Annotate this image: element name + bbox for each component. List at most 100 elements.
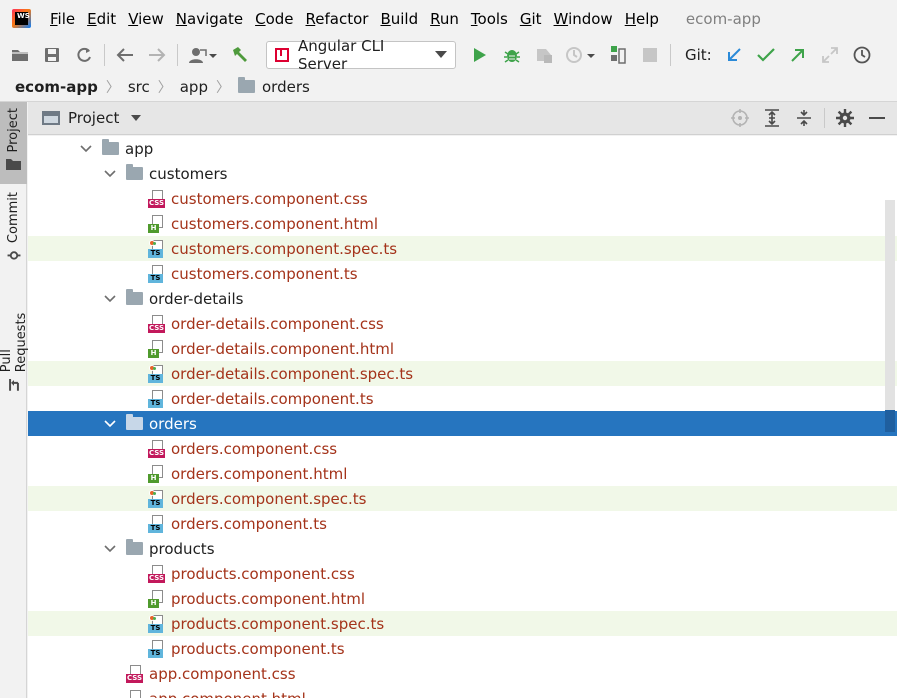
chevron-down-icon [435, 51, 447, 58]
breadcrumb-item-app[interactable]: app [180, 78, 208, 96]
breadcrumb-item-src[interactable]: src [128, 78, 150, 96]
tree-file[interactable]: TS customers.component.spec.ts [28, 236, 897, 261]
tree-folder-label: orders [149, 414, 197, 433]
git-push-icon[interactable] [786, 43, 810, 67]
expand-all-icon[interactable] [760, 106, 784, 130]
menu-git[interactable]: Git [514, 10, 548, 28]
ts-file-icon: TS [148, 389, 168, 409]
breadcrumb-item-project[interactable]: ecom-app [15, 78, 98, 96]
git-history-clock-icon[interactable] [850, 43, 874, 67]
folder-icon [6, 159, 21, 171]
menu-refactor[interactable]: Refactor [300, 10, 375, 28]
tree-file-label: products.component.html [171, 589, 366, 608]
css-file-icon: CSS [148, 189, 168, 209]
tab-pull-requests[interactable]: Pull Requests [0, 287, 29, 392]
tree-file[interactable]: CSS app.component.css [28, 661, 897, 686]
tree-file-label: app.component.css [149, 664, 296, 683]
chevron-down-icon[interactable] [104, 418, 116, 430]
chevron-down-icon[interactable] [104, 293, 116, 305]
tree-file[interactable]: TS products.component.ts [28, 636, 897, 661]
tree-file-label: products.component.spec.ts [171, 614, 385, 633]
git-update-icon[interactable] [722, 43, 746, 67]
css-file-icon: CSS [126, 664, 146, 684]
debug-bug-icon[interactable] [500, 43, 524, 67]
tree-file[interactable]: TS order-details.component.spec.ts [28, 361, 897, 386]
stop-icon[interactable] [638, 43, 662, 67]
menu-build[interactable]: Build [374, 10, 424, 28]
tree-folder-label: app [125, 139, 154, 158]
menu-view[interactable]: View [122, 10, 170, 28]
tree-folder-customers[interactable]: customers [28, 161, 897, 186]
git-commit-check-icon[interactable] [754, 43, 778, 67]
commit-icon [7, 251, 20, 260]
css-file-icon: CSS [148, 564, 168, 584]
minimize-icon[interactable] [865, 106, 889, 130]
tree-file[interactable]: CSS orders.component.css [28, 436, 897, 461]
chevron-down-icon[interactable] [131, 115, 142, 121]
locate-target-icon[interactable] [728, 106, 752, 130]
tree-file-label: order-details.component.spec.ts [171, 364, 414, 383]
save-all-icon[interactable] [40, 43, 64, 67]
breadcrumb-item-orders[interactable]: orders [262, 78, 310, 96]
scrollbar-track[interactable] [885, 200, 895, 410]
build-hammer-icon[interactable] [228, 43, 252, 67]
tree-file[interactable]: Hproducts.component.html [28, 586, 897, 611]
menu-help[interactable]: Help [619, 10, 665, 28]
tree-file-label: order-details.component.html [171, 339, 394, 358]
tab-project[interactable]: Project [0, 102, 27, 184]
menu-bar: WS File Edit View Navigate Code Refactor… [0, 0, 897, 37]
forward-arrow-icon[interactable] [145, 43, 169, 67]
menu-window[interactable]: Window [548, 10, 619, 28]
tree-folder-products[interactable]: products [28, 536, 897, 561]
tree-file-label: orders.component.ts [171, 514, 327, 533]
tree-file-label: customers.component.css [171, 189, 368, 208]
tree-folder-orders[interactable]: orders [28, 411, 897, 436]
menu-navigate[interactable]: Navigate [170, 10, 249, 28]
tree-file[interactable]: CSS products.component.css [28, 561, 897, 586]
chevron-down-icon[interactable] [104, 168, 116, 180]
run-configuration-select[interactable]: Angular CLI Server [266, 37, 456, 73]
tree-file[interactable]: CSS order-details.component.css [28, 311, 897, 336]
chevron-down-icon[interactable] [104, 543, 116, 555]
tree-folder-app[interactable]: app [28, 136, 897, 161]
angular-icon [275, 47, 289, 62]
project-view-icon [42, 111, 60, 125]
tab-commit[interactable]: Commit [0, 192, 27, 262]
tree-file[interactable]: TS products.component.spec.ts [28, 611, 897, 636]
open-folder-icon[interactable] [8, 43, 32, 67]
gear-icon[interactable] [833, 106, 857, 130]
menu-run[interactable]: Run [424, 10, 465, 28]
menu-file[interactable]: File [44, 10, 81, 28]
tree-folder-order-details[interactable]: order-details [28, 286, 897, 311]
collapse-all-icon[interactable] [792, 106, 816, 130]
project-tree[interactable]: app customers CSS customers.component.css Hc… [28, 136, 897, 698]
ts-file-icon: TS [148, 639, 168, 659]
tree-file[interactable]: Happ.component.html [28, 686, 897, 698]
tree-file[interactable]: Horders.component.html [28, 461, 897, 486]
panel-title[interactable]: Project [68, 109, 119, 127]
run-icon[interactable] [468, 43, 492, 67]
back-arrow-icon[interactable] [113, 43, 137, 67]
tree-file-label: customers.component.ts [171, 264, 358, 283]
tree-file[interactable]: CSS customers.component.css [28, 186, 897, 211]
tree-file[interactable]: Hcustomers.component.html [28, 211, 897, 236]
tree-file[interactable]: Horder-details.component.html [28, 336, 897, 361]
sync-icon[interactable] [72, 43, 96, 67]
css-file-icon: CSS [148, 314, 168, 334]
git-merge-icon[interactable] [818, 43, 842, 67]
profile-dropdown-icon[interactable] [564, 43, 598, 67]
tree-file[interactable]: TS orders.component.spec.ts [28, 486, 897, 511]
tree-file[interactable]: TS orders.component.ts [28, 511, 897, 536]
user-dropdown-icon[interactable] [186, 43, 220, 67]
menu-code[interactable]: Code [249, 10, 299, 28]
menu-edit[interactable]: Edit [81, 10, 122, 28]
run-configuration-label: Angular CLI Server [298, 36, 385, 73]
coverage-icon[interactable] [532, 43, 556, 67]
menu-tools[interactable]: Tools [465, 10, 514, 28]
tree-file[interactable]: TS order-details.component.ts [28, 386, 897, 411]
attach-debugger-icon[interactable] [606, 43, 630, 67]
git-label: Git: [685, 45, 712, 64]
scrollbar-thumb[interactable] [885, 410, 895, 432]
chevron-down-icon[interactable] [80, 143, 92, 155]
tree-file[interactable]: TS customers.component.ts [28, 261, 897, 286]
